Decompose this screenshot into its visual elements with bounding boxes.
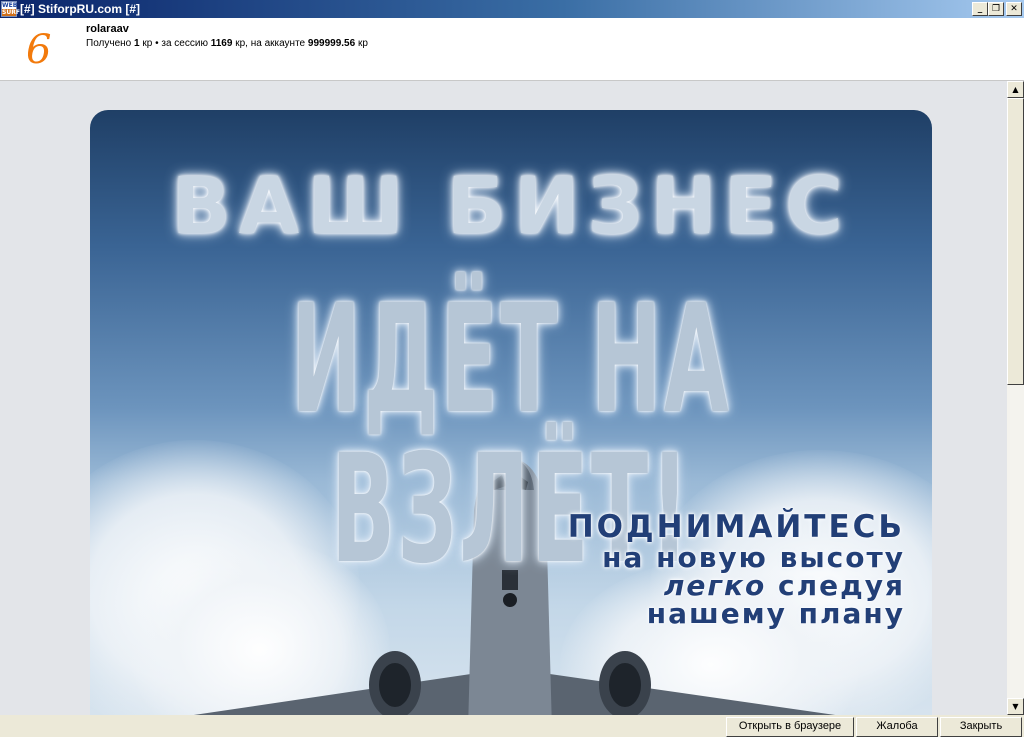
app-logo-text-bottom: SURF (2, 9, 20, 16)
close-window-button[interactable]: ✕ (1006, 2, 1022, 16)
headline-line-1: ВАШ БИЗНЕС (171, 162, 851, 252)
stats-separator: • (155, 38, 159, 49)
received-value: 1 (134, 38, 140, 49)
scroll-up-arrow-icon[interactable]: ▲ (1007, 81, 1024, 98)
session-unit: кр, (235, 38, 248, 49)
received-unit: кр (142, 38, 153, 49)
maximize-button[interactable]: ❐ (988, 2, 1004, 16)
scrollbar-thumb[interactable] (1007, 98, 1024, 385)
account-value: 999999.56 (307, 38, 356, 49)
account-label: на аккаунте (250, 38, 306, 49)
ad-banner[interactable]: ВАШ БИЗНЕС ИДЁТ НА ВЗЛЁТ! ПОДНИМАЙТЕСЬ н… (90, 110, 932, 715)
app-logo-icon: WEB SURF (1, 1, 20, 17)
earnings-stats: Получено 1 кр • за сессию 1169 кр, на ак… (86, 38, 368, 49)
minimize-button[interactable]: _ (972, 2, 988, 16)
app-logo-text-top: WEB (2, 2, 18, 9)
slogan-line-3: легко следуя (530, 572, 905, 600)
slogan-block: ПОДНИМАЙТЕСЬ на новую высоту легко следу… (530, 510, 905, 628)
action-bar: Открыть в браузере Жалоба Закрыть (0, 715, 1024, 737)
complain-button[interactable]: Жалоба (856, 717, 938, 737)
vertical-scrollbar[interactable]: ▲ ▼ (1007, 81, 1024, 715)
slogan-line-1: ПОДНИМАЙТЕСЬ (567, 509, 905, 545)
close-button[interactable]: Закрыть (940, 717, 1022, 737)
slogan-line-2: на новую высоту (602, 541, 905, 574)
scroll-down-arrow-icon[interactable]: ▼ (1007, 698, 1024, 715)
open-in-browser-button[interactable]: Открыть в браузере (726, 717, 854, 737)
countdown-timer: 6 (26, 27, 52, 73)
content-viewport[interactable]: ВАШ БИЗНЕС ИДЁТ НА ВЗЛЁТ! ПОДНИМАЙТЕСЬ н… (0, 81, 1007, 715)
session-label: за сессию (161, 38, 208, 49)
window-title: [#] StiforpRU.com [#] (20, 2, 140, 16)
info-panel: 6 rolaraav Получено 1 кр • за сессию 116… (0, 18, 1024, 81)
account-unit: кр (357, 38, 368, 49)
received-label: Получено (86, 38, 132, 49)
username: rolaraav (86, 23, 129, 35)
session-value: 1169 (210, 38, 233, 49)
title-bar[interactable]: WEB SURF [#] StiforpRU.com [#] _ ❐ ✕ (0, 0, 1024, 18)
slogan-line-4: нашему плану (646, 597, 905, 630)
